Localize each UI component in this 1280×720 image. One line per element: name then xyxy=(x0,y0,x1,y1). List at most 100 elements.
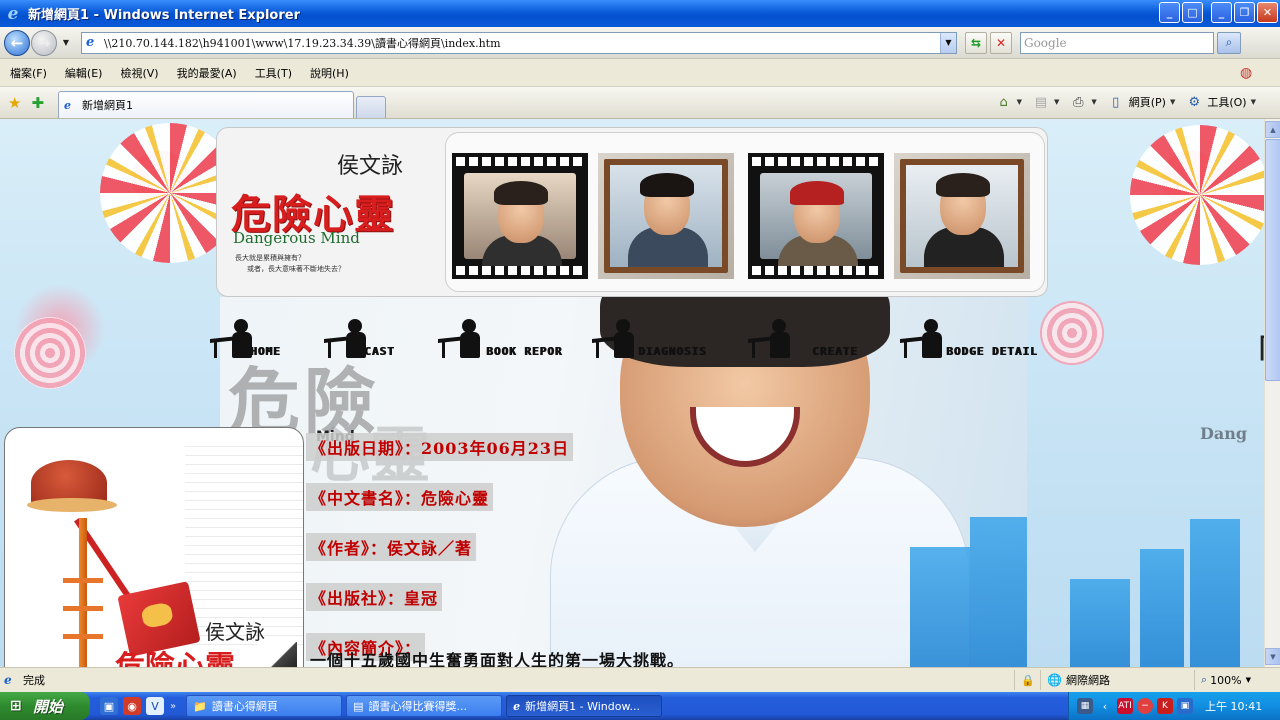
nav-bodge-detail[interactable]: BODGE DETAIL xyxy=(900,317,1037,361)
url-text[interactable]: \\210.70.144.182\h941001\www\17.19.23.34… xyxy=(104,35,940,51)
restore-button[interactable]: ❐ xyxy=(1234,2,1255,23)
minimize-button[interactable]: _ xyxy=(1159,2,1180,23)
search-icon: ⌕ xyxy=(1225,35,1233,49)
header-banner: 侯文詠 危險心靈 Dangerous Mind 長大就是累積與擁有？ 或者，長大… xyxy=(216,127,1048,297)
print-icon[interactable]: ⎙ xyxy=(1069,93,1087,111)
right-deco-bracket: 「 xyxy=(1236,324,1264,379)
stop-icon: ✕ xyxy=(995,35,1007,50)
history-dropdown-icon[interactable]: ▼ xyxy=(59,38,73,47)
minimize-button-2[interactable]: _ xyxy=(1211,2,1232,23)
add-favorite-icon[interactable]: ✚ xyxy=(31,94,44,112)
menu-file[interactable]: 檔案(F) xyxy=(10,65,47,81)
quicklaunch-expand-icon[interactable]: » xyxy=(170,701,176,712)
quicklaunch-app-icon[interactable]: ◉ xyxy=(123,697,141,715)
refresh-button[interactable]: ⇆ xyxy=(965,31,987,54)
vertical-scrollbar[interactable]: ▲ ▼ xyxy=(1264,119,1280,667)
protected-mode-icon[interactable]: 🔒 xyxy=(1014,670,1040,690)
cover-pole xyxy=(79,518,87,667)
desk-student-icon xyxy=(210,317,260,361)
task-button-3[interactable]: e 新增網頁1 - Window... xyxy=(506,695,663,717)
menu-tools[interactable]: 工具(T) xyxy=(255,65,292,81)
quick-launch: ▣ ◉ V xyxy=(100,697,164,715)
cast-photo-1[interactable] xyxy=(452,153,588,279)
cast-hair xyxy=(936,173,990,197)
search-button[interactable]: ⌕ xyxy=(1217,31,1241,54)
task-label-3: 新增網頁1 - Window... xyxy=(525,700,640,713)
ati-icon[interactable]: ATI xyxy=(1117,698,1133,714)
start-button[interactable]: ⊞ 開始 xyxy=(0,692,90,720)
menu-edit[interactable]: 編輯(E) xyxy=(65,65,103,81)
zoom-dropdown-icon[interactable]: ▼ xyxy=(1246,676,1251,684)
stop-button[interactable]: ✕ xyxy=(990,31,1012,54)
nav-book-report[interactable]: BOOK REPOR xyxy=(438,317,562,361)
page-menu-icon[interactable]: ▯ xyxy=(1107,93,1125,111)
ie-task-icon: e xyxy=(513,699,521,713)
page-menu-label[interactable]: 網頁(P) xyxy=(1129,94,1166,110)
back-button[interactable]: ← xyxy=(4,29,30,56)
cover-author: 侯文詠 xyxy=(205,620,265,644)
cast-photo-3-image xyxy=(760,173,872,275)
search-input[interactable]: Google xyxy=(1020,31,1214,54)
word-doc-icon: ▤ xyxy=(353,699,364,713)
url-dropdown-icon[interactable]: ▼ xyxy=(940,32,956,53)
cast-photo-2-image xyxy=(604,159,728,273)
antivirus-icon[interactable]: K xyxy=(1157,698,1173,714)
cast-photo-strip xyxy=(445,132,1045,292)
cast-photo-3[interactable] xyxy=(748,153,884,279)
home-icon[interactable]: ⌂ xyxy=(995,93,1013,111)
banner-tagline-2: 或者，長大意味著不斷地失去？ xyxy=(247,265,345,273)
menu-help[interactable]: 說明(H) xyxy=(310,65,349,81)
menu-favorites[interactable]: 我的最愛(A) xyxy=(177,65,237,81)
feeds-icon[interactable]: ▤ xyxy=(1032,93,1050,111)
back-arrow-icon: ← xyxy=(10,33,24,52)
task-button-2[interactable]: ▤ 讀書心得比賽得獎... xyxy=(346,695,503,717)
nav-diagnosis[interactable]: DIAGNOSIS xyxy=(592,317,707,361)
cast-photo-2[interactable] xyxy=(598,153,734,279)
nav-create[interactable]: CREATE xyxy=(748,317,858,361)
tab-label: 新增網頁1 xyxy=(82,99,134,112)
url-input[interactable]: e \\210.70.144.182\h941001\www\17.19.23.… xyxy=(81,31,957,54)
quicklaunch-vb-icon[interactable]: V xyxy=(146,697,164,715)
nav-cast[interactable]: CAST xyxy=(324,317,395,361)
status-page-icon: e xyxy=(4,672,12,687)
feeds-dropdown-icon[interactable]: ▼ xyxy=(1054,98,1059,106)
tray-app-icon[interactable]: − xyxy=(1137,698,1153,714)
tools-gear-icon[interactable]: ⚙ xyxy=(1185,93,1203,111)
network-icon[interactable]: ▣ xyxy=(1177,698,1193,714)
security-zone[interactable]: 🌐 網際網路 xyxy=(1040,670,1194,690)
nav-bodge-detail-label[interactable]: BODGE DETAIL xyxy=(946,345,1037,358)
forward-arrow-icon: → xyxy=(37,33,51,52)
scroll-down-icon[interactable]: ▼ xyxy=(1265,648,1280,665)
scroll-up-icon[interactable]: ▲ xyxy=(1265,121,1280,138)
page-curl-decoration xyxy=(257,642,297,667)
maximize-button[interactable]: □ xyxy=(1182,2,1203,23)
desk-student-icon xyxy=(900,317,950,361)
keyboard-icon[interactable]: ▦ xyxy=(1077,698,1093,714)
close-button[interactable]: ✕ xyxy=(1257,2,1278,23)
tools-menu-label[interactable]: 工具(O) xyxy=(1207,94,1246,110)
menu-view[interactable]: 檢視(V) xyxy=(120,65,158,81)
start-label: 開始 xyxy=(33,697,64,716)
hero-building xyxy=(970,517,1027,667)
nav-create-label[interactable]: CREATE xyxy=(812,345,858,358)
favorites-star-icon[interactable]: ★ xyxy=(8,94,21,112)
tools-menu-dropdown-icon[interactable]: ▼ xyxy=(1251,98,1256,106)
show-desktop-icon[interactable]: ▣ xyxy=(100,697,118,715)
page-menu-dropdown-icon[interactable]: ▼ xyxy=(1170,98,1175,106)
nav-book-report-label[interactable]: BOOK REPOR xyxy=(486,345,562,358)
zoom-control[interactable]: ⌕ 100% ▼ xyxy=(1194,670,1280,690)
scrollbar-thumb[interactable] xyxy=(1265,139,1280,381)
forward-button[interactable]: → xyxy=(31,29,57,56)
nav-home[interactable]: HOME xyxy=(210,317,281,361)
nav-diagnosis-label[interactable]: DIAGNOSIS xyxy=(638,345,707,358)
info-publish-date: 《出版日期》：2003年06月23日 xyxy=(306,433,574,461)
print-dropdown-icon[interactable]: ▼ xyxy=(1091,98,1096,106)
task-button-1[interactable]: 📁 讀書心得網頁 xyxy=(186,695,343,717)
home-dropdown-icon[interactable]: ▼ xyxy=(1017,98,1022,106)
new-tab-button[interactable] xyxy=(356,96,387,118)
cast-photo-4[interactable] xyxy=(894,153,1030,279)
tray-expand-icon[interactable]: ‹ xyxy=(1097,698,1113,714)
tab-active[interactable]: e 新增網頁1 xyxy=(58,91,355,118)
toolbar-addon-icon[interactable]: ◍ xyxy=(1240,65,1256,81)
page-icon: e xyxy=(86,34,95,50)
